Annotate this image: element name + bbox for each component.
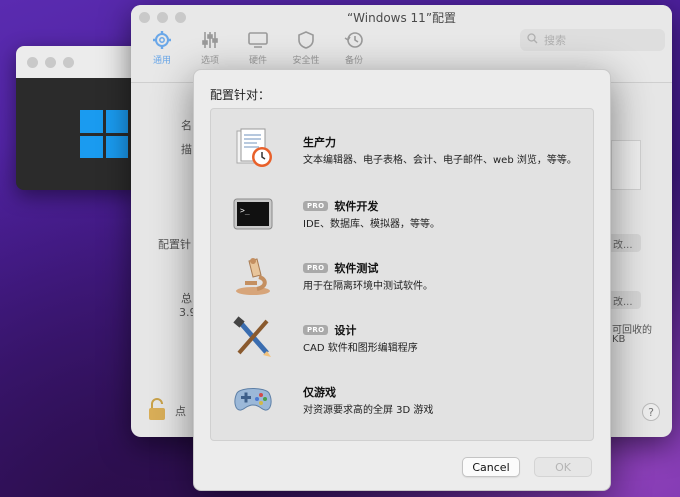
lock-icon[interactable] bbox=[147, 397, 167, 425]
gear-icon bbox=[143, 27, 181, 53]
vm-window[interactable] bbox=[16, 46, 141, 190]
reclaimable-size: KB bbox=[612, 334, 626, 345]
list-item-games-only[interactable]: 仅游戏 对资源要求高的全屏 3D 游戏 bbox=[211, 369, 593, 431]
reclaim-button[interactable]: 改... bbox=[607, 291, 641, 309]
description-label: 描 bbox=[181, 143, 192, 156]
gamepad-icon bbox=[231, 377, 275, 421]
pro-badge: PRO bbox=[303, 263, 329, 273]
configure-for-sheet: 配置针对： 生产力 文本编辑器、电子表格、会计、电子邮件、web 浏览，等等。 bbox=[193, 69, 611, 491]
description-field[interactable] bbox=[611, 140, 641, 190]
item-description: IDE、数据库、模拟器，等等。 bbox=[303, 219, 440, 230]
total-label: 总 bbox=[181, 292, 192, 305]
tab-options[interactable]: 选项 bbox=[191, 27, 229, 66]
tab-backup[interactable]: 备份 bbox=[335, 27, 373, 66]
item-description: 文本编辑器、电子表格、会计、电子邮件、web 浏览，等等。 bbox=[303, 155, 577, 166]
tab-general[interactable]: 通用 bbox=[143, 27, 181, 66]
window-title: “Windows 11”配置 bbox=[346, 11, 457, 25]
windows-logo-icon bbox=[80, 110, 128, 158]
tab-security[interactable]: 安全性 bbox=[287, 27, 325, 66]
tab-hardware[interactable]: 硬件 bbox=[239, 27, 277, 66]
tab-label: 硬件 bbox=[248, 56, 267, 66]
search-placeholder: 搜索 bbox=[544, 34, 566, 47]
cancel-button[interactable]: Cancel bbox=[462, 457, 520, 477]
ok-button[interactable]: OK bbox=[534, 457, 592, 477]
change-config-button[interactable]: 改... bbox=[607, 234, 641, 252]
item-name: 生产力 bbox=[303, 136, 336, 149]
sheet-heading: 配置针对： bbox=[210, 88, 271, 102]
item-description: CAD 软件和图形编辑程序 bbox=[303, 343, 418, 354]
profile-list: 生产力 文本编辑器、电子表格、会计、电子邮件、web 浏览，等等。 >_ PRO… bbox=[210, 108, 594, 441]
search-icon bbox=[527, 33, 538, 47]
close-icon[interactable] bbox=[27, 56, 38, 68]
svg-text:>_: >_ bbox=[240, 206, 250, 215]
help-button[interactable]: ? bbox=[642, 403, 660, 421]
terminal-icon: >_ bbox=[231, 191, 275, 235]
tab-label: 备份 bbox=[344, 56, 363, 66]
pro-badge: PRO bbox=[303, 201, 329, 211]
search-input[interactable]: 搜索 bbox=[520, 29, 665, 51]
design-tools-icon bbox=[231, 315, 275, 359]
item-name: PRO 设计 bbox=[303, 322, 356, 338]
shield-icon bbox=[287, 27, 325, 53]
sliders-icon bbox=[191, 27, 229, 53]
item-description: 用于在隔离环境中测试软件。 bbox=[303, 281, 433, 292]
item-name: PRO 软件开发 bbox=[303, 198, 378, 214]
microscope-icon bbox=[231, 253, 275, 297]
list-item-design[interactable]: PRO 设计 CAD 软件和图形编辑程序 bbox=[211, 307, 593, 369]
config-for-label: 配置针 bbox=[158, 238, 191, 251]
minimize-icon[interactable] bbox=[45, 56, 56, 68]
config-toolbar: 通用 选项 硬件 安全性 备份 bbox=[143, 27, 373, 66]
list-item-software-dev[interactable]: >_ PRO 软件开发 IDE、数据库、模拟器，等等。 bbox=[211, 183, 593, 245]
item-name: PRO 软件测试 bbox=[303, 260, 378, 276]
list-item-productivity[interactable]: 生产力 文本编辑器、电子表格、会计、电子邮件、web 浏览，等等。 bbox=[211, 119, 593, 181]
tab-label: 安全性 bbox=[292, 56, 320, 66]
pro-badge: PRO bbox=[303, 325, 329, 335]
tab-label: 选项 bbox=[200, 56, 219, 66]
list-item-software-testing[interactable]: PRO 软件测试 用于在隔离环境中测试软件。 bbox=[211, 245, 593, 307]
lock-label: 点 bbox=[175, 405, 186, 418]
productivity-icon bbox=[231, 127, 275, 171]
zoom-icon[interactable] bbox=[63, 56, 74, 68]
clock-icon bbox=[335, 27, 373, 53]
vm-window-titlebar[interactable] bbox=[16, 46, 141, 78]
item-name: 仅游戏 bbox=[303, 386, 336, 399]
display-icon bbox=[239, 27, 277, 53]
tab-label: 通用 bbox=[152, 56, 171, 66]
name-label: 名 bbox=[181, 119, 192, 132]
item-description: 对资源要求高的全屏 3D 游戏 bbox=[303, 405, 434, 416]
